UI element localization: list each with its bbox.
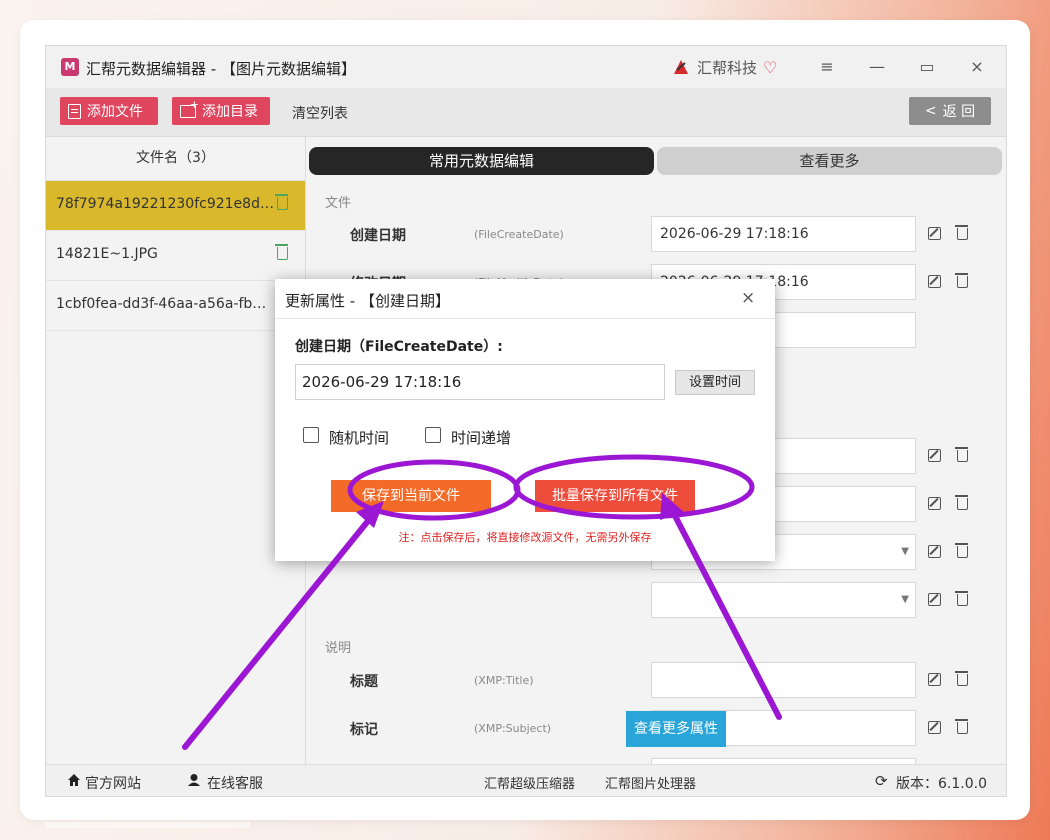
close-icon[interactable]: × [966, 56, 988, 78]
back-label: 返 回 [942, 104, 976, 120]
save-note: 注：点击保存后，将直接修改源文件，无需另外保存 [398, 531, 652, 544]
update-property-dialog: 更新属性 - 【创建日期】 × 创建日期（FileCreateDate）: 设置… [275, 279, 775, 561]
property-row: 创建日期 (FileCreateDate) 2026-06-29 17:18:1… [306, 216, 1006, 252]
edit-icon[interactable] [928, 593, 941, 606]
random-time-label: 随机时间 [329, 429, 390, 447]
refresh-icon[interactable]: ⟳ [875, 773, 891, 789]
image-processor-link[interactable]: 汇帮图片处理器 [605, 773, 696, 792]
dropdown-arrow-icon: ▼ [901, 546, 909, 557]
time-increment-label: 时间递增 [451, 429, 512, 447]
edit-icon[interactable] [928, 545, 941, 558]
tab-bar: 常用元数据编辑 查看更多 [309, 147, 1003, 175]
file-list-item[interactable]: 78f7974a19221230fc921e8d6e58.jpg [46, 181, 305, 231]
title-bar: M 汇帮元数据编辑器 - 【图片元数据编辑】 汇帮科技 ♡ ≡ — ▭ × [46, 46, 1006, 88]
trash-icon[interactable] [275, 244, 288, 260]
online-support-link[interactable]: 在线客服 [207, 773, 263, 793]
brand: 汇帮科技 ♡ [671, 56, 777, 78]
save-to-current-file-button[interactable]: 保存到当前文件 [331, 480, 491, 512]
dialog-title: 更新属性 - 【创建日期】 [285, 292, 450, 310]
delete-icon[interactable] [955, 273, 968, 288]
property-key: (XMP:Title) [474, 674, 534, 687]
property-key: (FileCreateDate) [474, 228, 564, 241]
app-logo-icon: M [61, 58, 79, 76]
view-more-properties-button[interactable]: 查看更多属性 [626, 711, 726, 747]
trash-icon[interactable] [275, 194, 288, 210]
random-time-checkbox[interactable] [303, 427, 319, 443]
property-row: ▼ [306, 582, 1006, 618]
property-value-field[interactable]: 2026-06-29 17:18:16 [651, 216, 916, 252]
section-description-label: 说明 [325, 641, 352, 656]
file-list-header: 文件名（3） [46, 137, 305, 181]
delete-icon[interactable] [955, 719, 968, 734]
add-directory-button[interactable]: 添加目录 [172, 97, 270, 125]
chevron-left-icon: < [924, 103, 937, 119]
section-file-label: 文件 [325, 196, 352, 211]
add-file-label: 添加文件 [87, 104, 143, 120]
file-name: 78f7974a19221230fc921e8d6e58.jpg [56, 196, 274, 212]
edit-icon[interactable] [928, 227, 941, 240]
minimize-icon[interactable]: — [866, 56, 888, 78]
dialog-divider [275, 318, 775, 319]
tab-view-more[interactable]: 查看更多 [657, 147, 1002, 175]
menu-icon[interactable]: ≡ [816, 56, 838, 78]
edit-icon[interactable] [928, 497, 941, 510]
edit-icon[interactable] [928, 721, 941, 734]
add-directory-label: 添加目录 [202, 104, 258, 120]
tab-common-metadata[interactable]: 常用元数据编辑 [309, 147, 654, 175]
property-value-field[interactable] [651, 662, 916, 698]
customer-service-icon [188, 774, 200, 786]
delete-icon[interactable] [955, 543, 968, 558]
delete-icon[interactable] [955, 671, 968, 686]
home-icon [68, 774, 80, 786]
add-file-button[interactable]: 添加文件 [60, 97, 158, 125]
delete-icon[interactable] [955, 225, 968, 240]
edit-icon[interactable] [928, 673, 941, 686]
edit-icon[interactable] [928, 275, 941, 288]
time-increment-checkbox[interactable] [425, 427, 441, 443]
window-title: 汇帮元数据编辑器 - 【图片元数据编辑】 [86, 60, 356, 78]
property-row: 标题 (XMP:Title) [306, 662, 1006, 698]
file-list-item[interactable]: 1cbf0fea-dd3f-46aa-a56a-fbb5... [46, 281, 305, 331]
file-list-item[interactable]: 14821E~1.JPG [46, 231, 305, 281]
back-button[interactable]: < 返 回 [909, 97, 991, 125]
date-input[interactable] [295, 364, 665, 400]
heart-icon[interactable]: ♡ [763, 58, 777, 77]
dropdown-arrow-icon: ▼ [901, 594, 909, 605]
brand-name: 汇帮科技 [697, 58, 758, 77]
property-label: 标题 [350, 674, 378, 690]
edit-icon[interactable] [928, 449, 941, 462]
property-key: (XMP:Subject) [474, 722, 552, 735]
close-icon[interactable]: × [741, 288, 755, 308]
official-website-link[interactable]: 官方网站 [85, 773, 141, 793]
date-field-label: 创建日期（FileCreateDate）: [295, 339, 503, 355]
file-list-panel: 文件名（3） 78f7974a19221230fc921e8d6e58.jpg … [46, 137, 306, 764]
folder-add-icon [180, 98, 199, 118]
clear-list-button[interactable]: 清空列表 [292, 103, 348, 123]
set-time-button[interactable]: 设置时间 [675, 370, 755, 395]
file-name: 14821E~1.JPG [56, 246, 158, 262]
maximize-icon[interactable]: ▭ [916, 56, 938, 78]
property-select[interactable]: ▼ [651, 582, 916, 618]
file-icon [68, 103, 81, 119]
property-label: 标记 [350, 722, 378, 738]
property-label: 创建日期 [350, 228, 406, 244]
batch-save-all-files-button[interactable]: 批量保存到所有文件 [535, 480, 695, 512]
compressor-link[interactable]: 汇帮超级压缩器 [484, 773, 575, 792]
delete-icon[interactable] [955, 447, 968, 462]
brand-logo-icon [674, 60, 688, 74]
version-label: 版本：6.1.0.0 [896, 776, 987, 792]
file-name: 1cbf0fea-dd3f-46aa-a56a-fbb5... [56, 296, 274, 312]
delete-icon[interactable] [955, 591, 968, 606]
toolbar: 添加文件 添加目录 清空列表 < 返 回 [46, 88, 1006, 137]
delete-icon[interactable] [955, 495, 968, 510]
status-bar: 官方网站 在线客服 汇帮超级压缩器 汇帮图片处理器 ⟳ 版本：6.1.0.0 [46, 764, 1006, 796]
decorative-strip [45, 822, 250, 828]
